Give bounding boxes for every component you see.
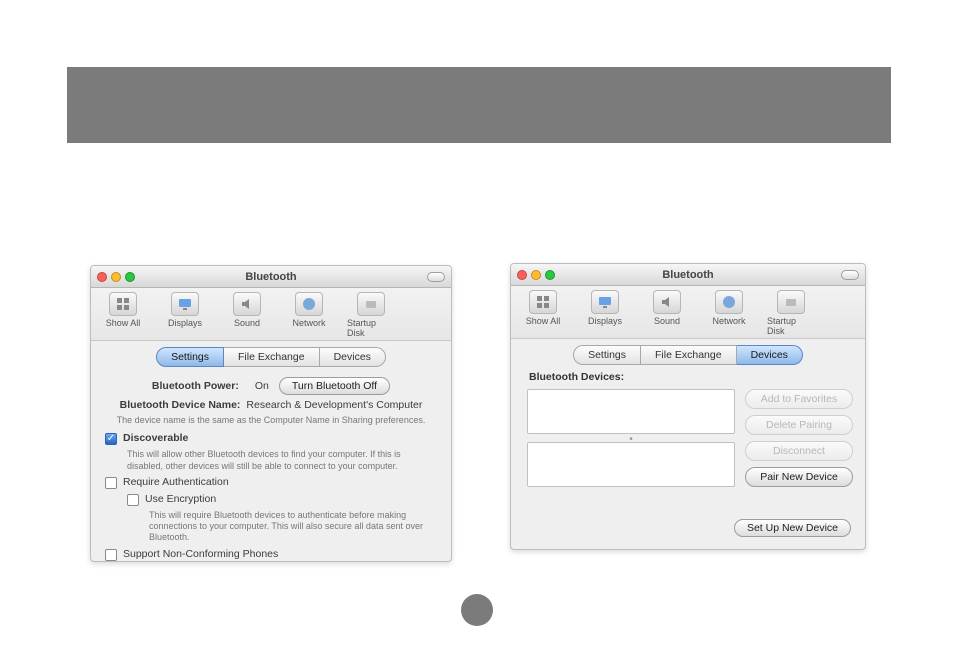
turn-bluetooth-off-button[interactable]: Turn Bluetooth Off — [279, 377, 390, 395]
require-auth-checkbox[interactable] — [105, 477, 117, 489]
toolbar-startup-disk[interactable]: Startup Disk — [767, 290, 815, 336]
toolbar-label: Startup Disk — [347, 318, 395, 338]
close-window-button[interactable] — [517, 270, 527, 280]
discoverable-hint: This will allow other Bluetooth devices … — [127, 449, 437, 472]
window-title: Bluetooth — [91, 271, 451, 283]
tab-file-exchange[interactable]: File Exchange — [224, 347, 320, 367]
toolbar-displays[interactable]: Displays — [581, 290, 629, 336]
window-traffic-lights[interactable] — [97, 272, 135, 282]
window-titlebar[interactable]: Bluetooth — [511, 264, 865, 286]
displays-icon — [171, 292, 199, 316]
show-all-icon — [529, 290, 557, 314]
network-icon — [715, 290, 743, 314]
toolbar-show-all[interactable]: Show All — [519, 290, 567, 336]
toolbar-label: Displays — [168, 318, 202, 328]
split-handle-icon[interactable]: • — [527, 434, 735, 442]
sound-icon — [233, 292, 261, 316]
toolbar-toggle-pill[interactable] — [841, 270, 859, 280]
zoom-window-button[interactable] — [545, 270, 555, 280]
toolbar-label: Sound — [234, 318, 260, 328]
tab-file-exchange[interactable]: File Exchange — [641, 345, 737, 365]
toolbar-sound[interactable]: Sound — [223, 292, 271, 338]
window-titlebar[interactable]: Bluetooth — [91, 266, 451, 288]
toolbar-label: Network — [292, 318, 325, 328]
use-encryption-hint: This will require Bluetooth devices to a… — [149, 510, 437, 544]
toolbar-network[interactable]: Network — [705, 290, 753, 336]
zoom-window-button[interactable] — [125, 272, 135, 282]
tabs-row: Settings File Exchange Devices — [91, 341, 451, 371]
devices-area: • Add to Favorites Delete Pairing Discon… — [511, 385, 865, 497]
toolbar-label: Displays — [588, 316, 622, 326]
toolbar-show-all[interactable]: Show All — [99, 292, 147, 338]
network-icon — [295, 292, 323, 316]
bt-power-value: On — [255, 380, 269, 392]
device-action-buttons: Add to Favorites Delete Pairing Disconne… — [745, 389, 853, 487]
bt-power-label: Bluetooth Power: — [152, 380, 239, 392]
show-all-icon — [109, 292, 137, 316]
tab-settings[interactable]: Settings — [156, 347, 224, 367]
require-auth-label: Require Authentication — [123, 476, 229, 488]
device-details-box[interactable] — [527, 442, 735, 487]
prefs-toolbar: Show All Displays Sound Network Startup … — [511, 286, 865, 339]
toolbar-label: Show All — [526, 316, 561, 326]
window-traffic-lights[interactable] — [517, 270, 555, 280]
pair-new-device-button[interactable]: Pair New Device — [745, 467, 853, 487]
prefs-toolbar: Show All Displays Sound Network Startup … — [91, 288, 451, 341]
doc-banner — [67, 67, 891, 143]
startup-disk-icon — [357, 292, 385, 316]
discoverable-checkbox[interactable] — [105, 433, 117, 445]
toolbar-label: Startup Disk — [767, 316, 815, 336]
paired-devices-list[interactable] — [527, 389, 735, 434]
toolbar-displays[interactable]: Displays — [161, 292, 209, 338]
toolbar-label: Network — [712, 316, 745, 326]
window-title: Bluetooth — [511, 269, 865, 281]
bt-device-name-label: Bluetooth Device Name: — [120, 399, 241, 411]
startup-disk-icon — [777, 290, 805, 314]
use-encryption-checkbox[interactable] — [127, 494, 139, 506]
tab-devices[interactable]: Devices — [737, 345, 803, 365]
tab-devices[interactable]: Devices — [320, 347, 386, 367]
toolbar-label: Show All — [106, 318, 141, 328]
sound-icon — [653, 290, 681, 314]
set-up-new-device-button[interactable]: Set Up New Device — [734, 519, 851, 537]
minimize-window-button[interactable] — [531, 270, 541, 280]
toolbar-label: Sound — [654, 316, 680, 326]
bluetooth-settings-window: Bluetooth Show All Displays Sound Networ… — [90, 265, 452, 562]
toolbar-network[interactable]: Network — [285, 292, 333, 338]
page-number-badge — [461, 594, 493, 626]
toolbar-startup-disk[interactable]: Startup Disk — [347, 292, 395, 338]
tabs-row: Settings File Exchange Devices — [511, 339, 865, 369]
bluetooth-devices-label: Bluetooth Devices: — [511, 369, 865, 385]
support-phones-checkbox[interactable] — [105, 549, 117, 561]
minimize-window-button[interactable] — [111, 272, 121, 282]
tab-settings[interactable]: Settings — [573, 345, 641, 365]
settings-content: Bluetooth Power: On Turn Bluetooth Off B… — [91, 371, 451, 562]
discoverable-label: Discoverable — [123, 432, 188, 444]
toolbar-toggle-pill[interactable] — [427, 272, 445, 282]
disconnect-button: Disconnect — [745, 441, 853, 461]
device-name-hint: The device name is the same as the Compu… — [117, 415, 426, 426]
add-to-favorites-button: Add to Favorites — [745, 389, 853, 409]
support-phones-label: Support Non-Conforming Phones — [123, 548, 278, 560]
displays-icon — [591, 290, 619, 314]
bluetooth-devices-window: Bluetooth Show All Displays Sound Networ… — [510, 263, 866, 550]
use-encryption-label: Use Encryption — [145, 493, 216, 505]
bt-device-name-value: Research & Development's Computer — [246, 399, 422, 411]
close-window-button[interactable] — [97, 272, 107, 282]
delete-pairing-button: Delete Pairing — [745, 415, 853, 435]
toolbar-sound[interactable]: Sound — [643, 290, 691, 336]
